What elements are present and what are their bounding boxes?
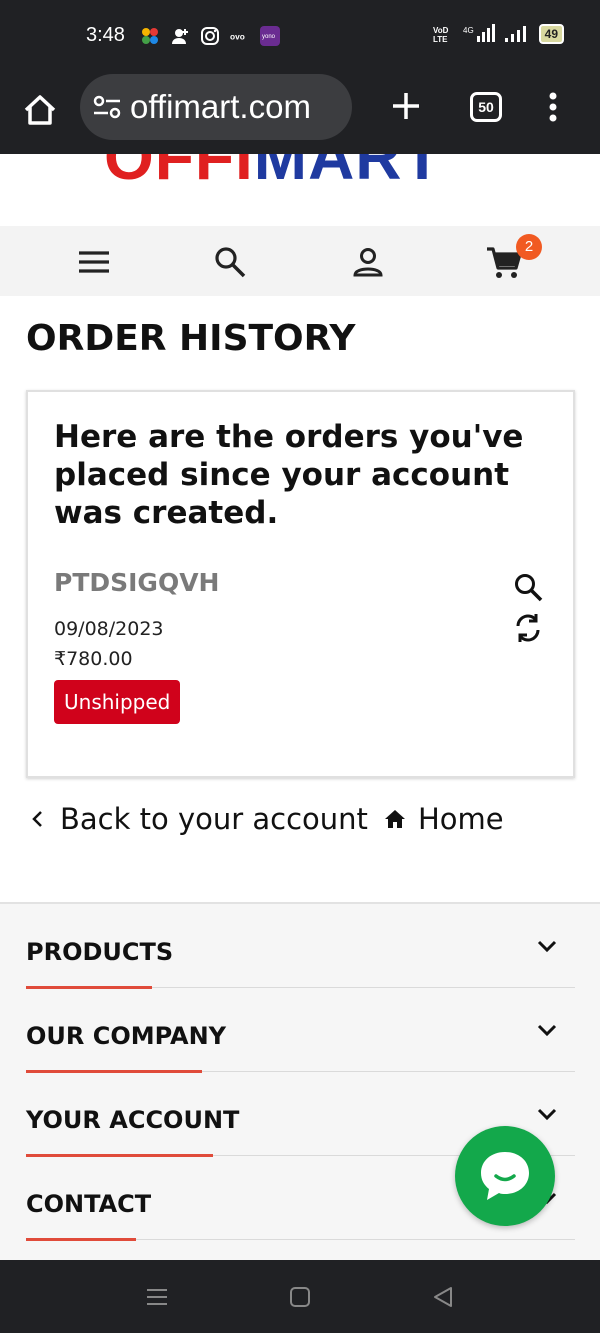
battery-indicator: 49 (538, 24, 564, 44)
chevron-down-icon[interactable] (533, 1018, 561, 1042)
mosaic-app-icon (142, 28, 158, 44)
site-settings-icon[interactable] (90, 90, 124, 124)
site-nav-bar (0, 226, 600, 296)
home-button-icon[interactable] (287, 1284, 313, 1310)
signal-4g-icon: 4G (463, 24, 495, 42)
user-icon[interactable] (348, 242, 388, 282)
order-total: ₹780.00 (54, 648, 133, 670)
back-button-icon[interactable] (430, 1284, 456, 1310)
url-text[interactable]: offimart.com (130, 88, 344, 126)
chat-button[interactable] (455, 1126, 555, 1226)
footer-section-products[interactable]: PRODUCTS (26, 904, 575, 989)
tab-switcher-button[interactable]: 50 (470, 92, 502, 122)
instagram-icon (201, 27, 219, 45)
page-title: ORDER HISTORY (26, 318, 356, 359)
recent-apps-icon[interactable] (144, 1284, 170, 1310)
address-bar[interactable]: offimart.com (80, 74, 352, 140)
order-reference[interactable]: PTDSIGQVH (54, 568, 219, 597)
chat-bubble-icon (481, 1152, 529, 1200)
footer-section-label: PRODUCTS (26, 938, 174, 966)
search-icon[interactable] (210, 242, 250, 282)
add-contact-icon (172, 29, 188, 44)
offimart-logo[interactable]: OFFIMART (104, 154, 443, 194)
signal-icon (504, 26, 526, 42)
footer-section-label: OUR COMPANY (26, 1022, 227, 1050)
order-status-badge: Unshipped (54, 680, 181, 724)
svg-text:VoD: VoD (433, 26, 449, 35)
android-navigation-bar (0, 1260, 600, 1333)
svg-text:ovo: ovo (230, 31, 245, 41)
cart-count-badge: 2 (516, 234, 542, 260)
order-history-card: Here are the orders you've placed since … (26, 390, 575, 778)
svg-text:4G: 4G (463, 26, 474, 35)
back-to-account-label: Back to your account (60, 802, 368, 836)
footer-section-label: CONTACT (26, 1190, 152, 1218)
browser-home-icon[interactable] (20, 90, 60, 130)
overflow-menu-icon[interactable] (543, 90, 563, 124)
yono-icon: yono (260, 26, 280, 46)
footer-section-our-company[interactable]: OUR COMPANY (26, 988, 575, 1073)
footer-section-underline (26, 1238, 136, 1241)
status-right-icons: VoD LTE 4G 49 (433, 24, 564, 44)
chevron-down-icon[interactable] (533, 1102, 561, 1126)
home-link[interactable]: Home (382, 802, 504, 836)
status-bar: 3:48 ovo yono VoD LTE 4G 49 (0, 0, 600, 72)
browser-toolbar: offimart.com 50 (0, 72, 600, 154)
new-tab-icon[interactable] (388, 88, 424, 124)
ovo-icon: ovo (230, 31, 245, 41)
svg-text:LTE: LTE (433, 35, 448, 44)
order-details-search-icon[interactable] (510, 570, 546, 606)
order-history-intro: Here are the orders you've placed since … (54, 419, 524, 531)
chevron-down-icon[interactable] (533, 934, 561, 958)
reorder-refresh-icon[interactable] (510, 610, 546, 646)
chevron-left-icon (32, 811, 42, 827)
status-notification-icons: ovo yono (140, 26, 280, 46)
back-to-account-link[interactable]: Back to your account (26, 802, 368, 836)
logo-part-red: OFFI (104, 154, 254, 193)
logo-part-blue: MART (253, 154, 443, 193)
order-date: 09/08/2023 (54, 618, 164, 640)
home-icon (385, 810, 405, 828)
home-link-label: Home (418, 802, 504, 836)
site-header-logo: OFFIMART (0, 154, 600, 226)
footer-section-label: YOUR ACCOUNT (26, 1106, 240, 1134)
volte-icon: VoDLTE (433, 26, 449, 44)
status-time: 3:48 (86, 24, 125, 46)
svg-text:yono: yono (262, 34, 276, 40)
hamburger-menu-icon[interactable] (74, 242, 114, 282)
